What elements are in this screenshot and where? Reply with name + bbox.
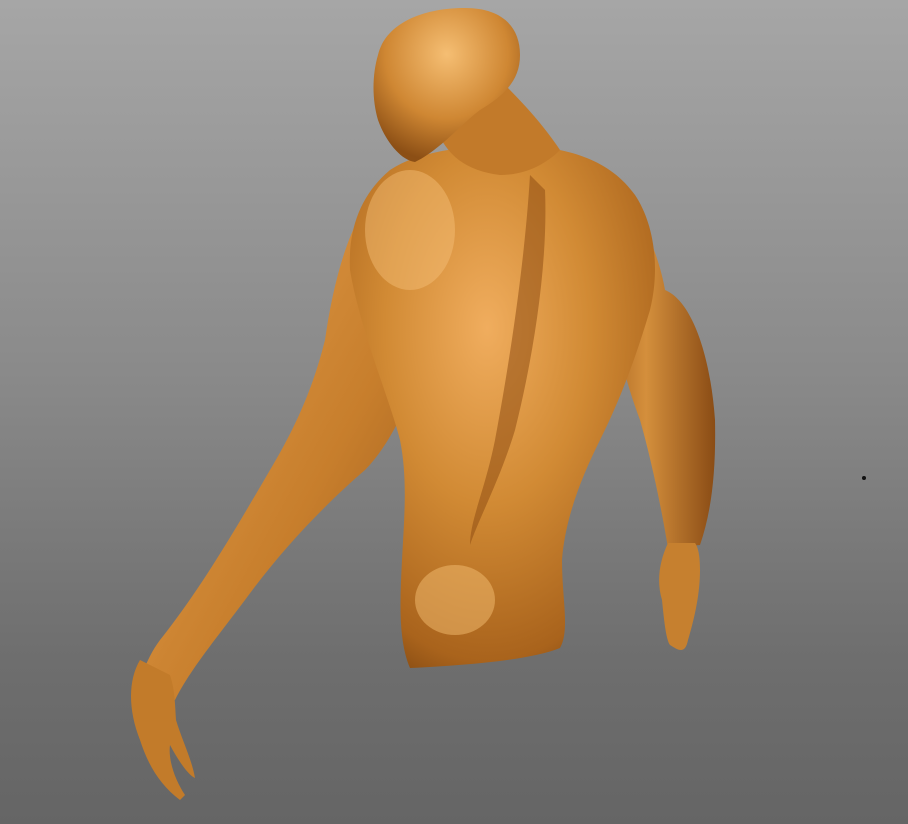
3d-viewport[interactable] (0, 0, 908, 824)
cursor-dot (862, 476, 866, 480)
sculpt-model[interactable] (0, 0, 908, 824)
shoulder-highlight (365, 170, 455, 290)
lower-back-highlight (415, 565, 495, 635)
right-hand (659, 543, 700, 650)
